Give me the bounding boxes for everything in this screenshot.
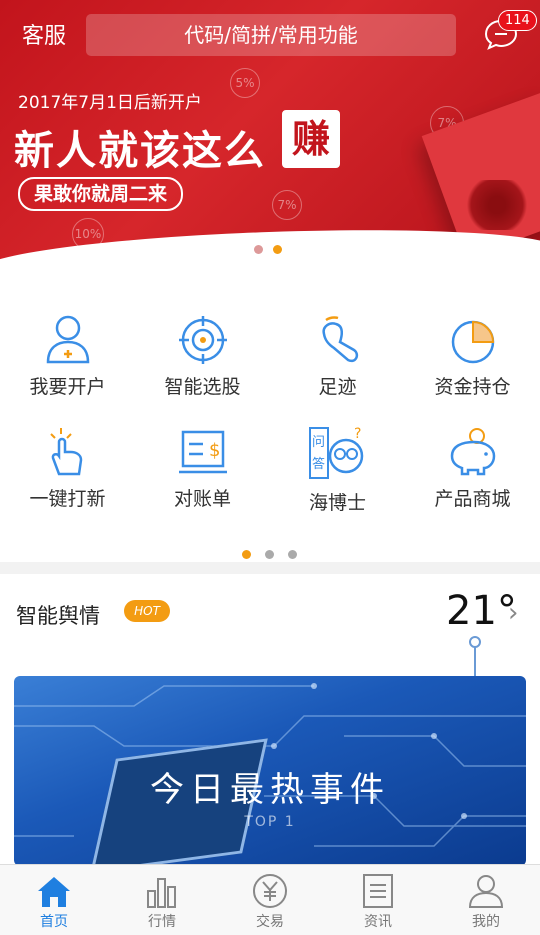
hot-event-card[interactable]: 今日最热事件 TOP 1: [14, 676, 526, 866]
message-count-badge: 114: [498, 10, 537, 31]
promo-title: 新人就该这么: [14, 128, 266, 174]
coin-decoration: 5%: [230, 68, 260, 98]
yuan-icon: [253, 874, 287, 908]
feature-smart-stock[interactable]: 智能选股: [135, 314, 270, 399]
tab-market[interactable]: 行情: [108, 865, 216, 935]
top-bar: 客服 代码/简拼/常用功能 114: [0, 0, 540, 68]
feature-open-account[interactable]: 我要开户: [0, 314, 135, 399]
home-icon: [38, 877, 70, 907]
feature-page-dot-active[interactable]: [242, 550, 251, 559]
user-plus-icon: [46, 315, 89, 364]
tab-home[interactable]: 首页: [0, 865, 108, 935]
feature-page-dot[interactable]: [288, 550, 297, 559]
chevron-right-icon[interactable]: ›: [508, 598, 518, 628]
profile-icon: [468, 875, 504, 908]
news-icon: [363, 874, 393, 908]
tab-label: 行情: [148, 914, 176, 930]
pie-chart-icon: [451, 320, 494, 364]
feature-label: 一键打新: [29, 488, 106, 510]
bottom-tab-bar: 首页 行情 交易 资讯 我的: [0, 864, 540, 935]
feature-label: 海博士: [308, 492, 366, 514]
gift-bow-decoration: [462, 180, 532, 230]
message-button[interactable]: 114: [484, 10, 537, 50]
hot-event-title: 今日最热事件: [150, 770, 390, 810]
svg-text:答: 答: [312, 456, 325, 472]
svg-text:?: ?: [354, 426, 361, 442]
tab-label: 首页: [40, 914, 68, 930]
banner-page-dot[interactable]: [254, 245, 263, 254]
tab-label: 资讯: [364, 914, 392, 930]
feature-label: 产品商城: [434, 488, 511, 510]
thermometer-icon: [469, 636, 481, 648]
tab-label: 交易: [256, 914, 284, 930]
footprint-icon: [321, 316, 358, 363]
banner-pager: [254, 239, 292, 258]
svg-text:问: 问: [312, 435, 325, 450]
tab-news[interactable]: 资讯: [324, 865, 432, 935]
feature-page-dot[interactable]: [265, 550, 274, 559]
feature-label: 资金持仓: [434, 376, 511, 398]
tab-profile[interactable]: 我的: [432, 865, 540, 935]
sentiment-title: 智能舆情: [16, 604, 100, 628]
search-input[interactable]: 代码/简拼/常用功能: [86, 14, 456, 56]
feature-statement[interactable]: $ 对账单: [135, 426, 270, 511]
feature-label: 对账单: [173, 488, 231, 510]
feature-funds-holdings[interactable]: 资金持仓: [405, 314, 540, 399]
promo-date: 2017年7月1日后新开户: [18, 93, 202, 113]
svg-text:$: $: [209, 440, 220, 461]
market-temperature[interactable]: 21°: [446, 588, 517, 634]
tab-trade[interactable]: 交易: [216, 865, 324, 935]
statement-icon: $: [178, 430, 227, 474]
banner-page-dot-active[interactable]: [273, 245, 282, 254]
promo-highlight-char: 赚: [282, 110, 340, 168]
coin-decoration: 7%: [272, 190, 302, 220]
feature-pager: [242, 544, 311, 563]
feature-dr-hai[interactable]: 问答 ? 海博士: [270, 426, 405, 515]
tap-hand-icon: [49, 428, 82, 476]
feature-product-mall[interactable]: 产品商城: [405, 426, 540, 511]
section-divider: [0, 562, 540, 574]
market-chart-icon: [147, 878, 176, 908]
feature-label: 足迹: [318, 376, 357, 398]
promo-subtitle: 果敢你就周二来: [18, 177, 184, 211]
feature-one-click-ipo[interactable]: 一键打新: [0, 426, 135, 511]
piggy-bank-icon: [450, 428, 495, 476]
hot-badge: HOT: [124, 600, 170, 622]
feature-label: 智能选股: [164, 376, 241, 398]
qa-doctor-icon: 问答 ?: [308, 426, 363, 479]
feature-footprint[interactable]: 足迹: [270, 314, 405, 399]
feature-label: 我要开户: [29, 376, 106, 398]
target-icon: [178, 316, 227, 364]
hot-event-rank: TOP 1: [244, 814, 296, 830]
tab-label: 我的: [472, 914, 500, 930]
customer-service-button[interactable]: 客服: [22, 18, 66, 50]
